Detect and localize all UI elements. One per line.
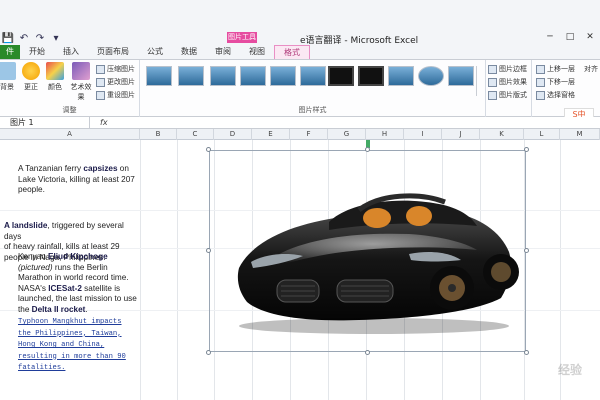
column-header-m[interactable]: M	[560, 129, 600, 140]
background-icon	[0, 62, 16, 80]
picture-style-4[interactable]	[240, 66, 266, 86]
picture-styles-group: 图片样式	[140, 60, 486, 117]
picture-style-7[interactable]	[328, 66, 354, 86]
picture-styles-group-label: 图片样式	[298, 106, 327, 114]
cell-a-typhoon-link[interactable]: Typhoon Mangkhut impacts the Philippines…	[18, 316, 140, 374]
resize-handle-se[interactable]	[524, 350, 529, 355]
quick-access-toolbar: 💾 ↶ ↷ ▾	[0, 30, 62, 46]
selection-pane-icon	[536, 90, 545, 100]
minimize-button[interactable]: ─	[540, 30, 560, 44]
resize-handle-ne[interactable]	[524, 147, 529, 152]
effects-icon	[488, 77, 497, 87]
fx-icon[interactable]: fx	[100, 117, 108, 128]
cell-a-kipchoge-news[interactable]: Kenyan Eliud Kipchoge (pictured) runs th…	[18, 252, 140, 316]
reset-picture-button[interactable]: 重设图片	[96, 90, 135, 100]
picture-style-1[interactable]	[146, 66, 172, 86]
title-bar: 💾 ↶ ↷ ▾ 图片工具 e语言翻译 - Microsoft Excel ─ □…	[0, 0, 600, 47]
formula-bar: 图片 1 fx	[0, 117, 600, 129]
window-controls: ─ □ ✕	[540, 30, 600, 44]
ribbon-tabs: 件 开始 插入 页面布局 公式 数据 审阅 视图 格式	[0, 45, 600, 59]
styles-scroll[interactable]	[476, 66, 484, 96]
picture-style-5[interactable]	[270, 66, 296, 86]
resize-handle-e[interactable]	[524, 248, 529, 253]
column-header-h[interactable]: H	[366, 129, 404, 140]
selection-pane-button[interactable]: 选择窗格	[536, 90, 575, 100]
artistic-effects-button[interactable]: 艺术效果	[68, 62, 94, 102]
picture-style-6[interactable]	[300, 66, 326, 86]
column-header-d[interactable]: D	[214, 129, 252, 140]
adjust-group: 背景 更正 颜色 艺术效果 压缩图片 更改图片 重设图片 调整	[0, 60, 140, 117]
tab-view[interactable]: 视图	[240, 45, 274, 59]
tab-page-layout[interactable]: 页面布局	[88, 45, 138, 59]
change-picture-icon	[96, 77, 105, 87]
car-picture[interactable]	[206, 140, 529, 355]
watermark: 经验	[557, 363, 582, 377]
ribbon: 背景 更正 颜色 艺术效果 压缩图片 更改图片 重设图片 调整 图片样式 图片边…	[0, 59, 600, 117]
cell-a-ferry-news[interactable]: A Tanzanian ferry capsizes on Lake Victo…	[18, 164, 140, 196]
column-header-b[interactable]: B	[140, 129, 177, 140]
close-button[interactable]: ✕	[580, 30, 600, 44]
artistic-effects-icon	[72, 62, 90, 80]
tab-format[interactable]: 格式	[274, 45, 310, 59]
column-header-j[interactable]: J	[442, 129, 480, 140]
picture-style-8[interactable]	[358, 66, 384, 86]
border-icon	[488, 64, 497, 74]
picture-layout-button[interactable]: 图片版式	[488, 90, 527, 100]
change-picture-button[interactable]: 更改图片	[96, 77, 135, 87]
sun-icon	[22, 62, 40, 80]
column-header-e[interactable]: E	[252, 129, 290, 140]
column-header-l[interactable]: L	[524, 129, 560, 140]
picture-tools-group-label: 图片工具	[227, 32, 257, 43]
tab-file[interactable]: 件	[0, 45, 20, 59]
tab-review[interactable]: 审阅	[206, 45, 240, 59]
corrections-button[interactable]: 更正	[20, 62, 42, 92]
column-header-i[interactable]: I	[404, 129, 442, 140]
send-backward-button[interactable]: 下移一层	[536, 77, 575, 87]
tab-data[interactable]: 数据	[172, 45, 206, 59]
bring-forward-icon	[536, 64, 545, 74]
compress-pictures-button[interactable]: 压缩图片	[96, 64, 135, 74]
picture-border-button[interactable]: 图片边框	[488, 64, 527, 74]
remove-background-button[interactable]: 背景	[0, 62, 18, 92]
customize-qat-icon[interactable]: ▾	[50, 32, 62, 44]
picture-style-3[interactable]	[210, 66, 236, 86]
tab-formulas[interactable]: 公式	[138, 45, 172, 59]
column-header-c[interactable]: C	[177, 129, 214, 140]
column-header-a[interactable]: A	[0, 129, 140, 140]
undo-icon[interactable]: ↶	[18, 32, 30, 44]
resize-handle-n[interactable]	[365, 147, 370, 152]
send-backward-icon	[536, 77, 545, 87]
redo-icon[interactable]: ↷	[34, 32, 46, 44]
resize-handle-w[interactable]	[206, 248, 211, 253]
column-header-k[interactable]: K	[480, 129, 524, 140]
layout-icon	[488, 90, 497, 100]
save-icon[interactable]: 💾	[2, 32, 14, 44]
column-header-f[interactable]: F	[290, 129, 328, 140]
resize-handle-s[interactable]	[365, 350, 370, 355]
column-headers: A B C D E F G H I J K L M	[0, 129, 600, 140]
compress-icon	[96, 64, 105, 74]
resize-handle-nw[interactable]	[206, 147, 211, 152]
adjust-group-label: 调整	[62, 106, 77, 114]
tab-home[interactable]: 开始	[20, 45, 54, 59]
column-header-g[interactable]: G	[328, 129, 366, 140]
name-box[interactable]: 图片 1	[2, 117, 90, 128]
picture-style-10[interactable]	[418, 66, 444, 86]
picture-style-11[interactable]	[448, 66, 474, 86]
picture-style-9[interactable]	[388, 66, 414, 86]
maximize-button[interactable]: □	[560, 30, 580, 44]
resize-handle-sw[interactable]	[206, 350, 211, 355]
picture-effects-button[interactable]: 图片效果	[488, 77, 527, 87]
picture-selection-frame	[209, 150, 526, 352]
color-button[interactable]: 颜色	[44, 62, 66, 92]
bring-forward-button[interactable]: 上移一层	[536, 64, 575, 74]
picture-options-group: 图片边框 图片效果 图片版式	[486, 60, 532, 117]
picture-style-2[interactable]	[178, 66, 204, 86]
tab-insert[interactable]: 插入	[54, 45, 88, 59]
align-button[interactable]: 对齐	[584, 64, 598, 74]
reset-icon	[96, 90, 105, 100]
color-icon	[46, 62, 64, 80]
